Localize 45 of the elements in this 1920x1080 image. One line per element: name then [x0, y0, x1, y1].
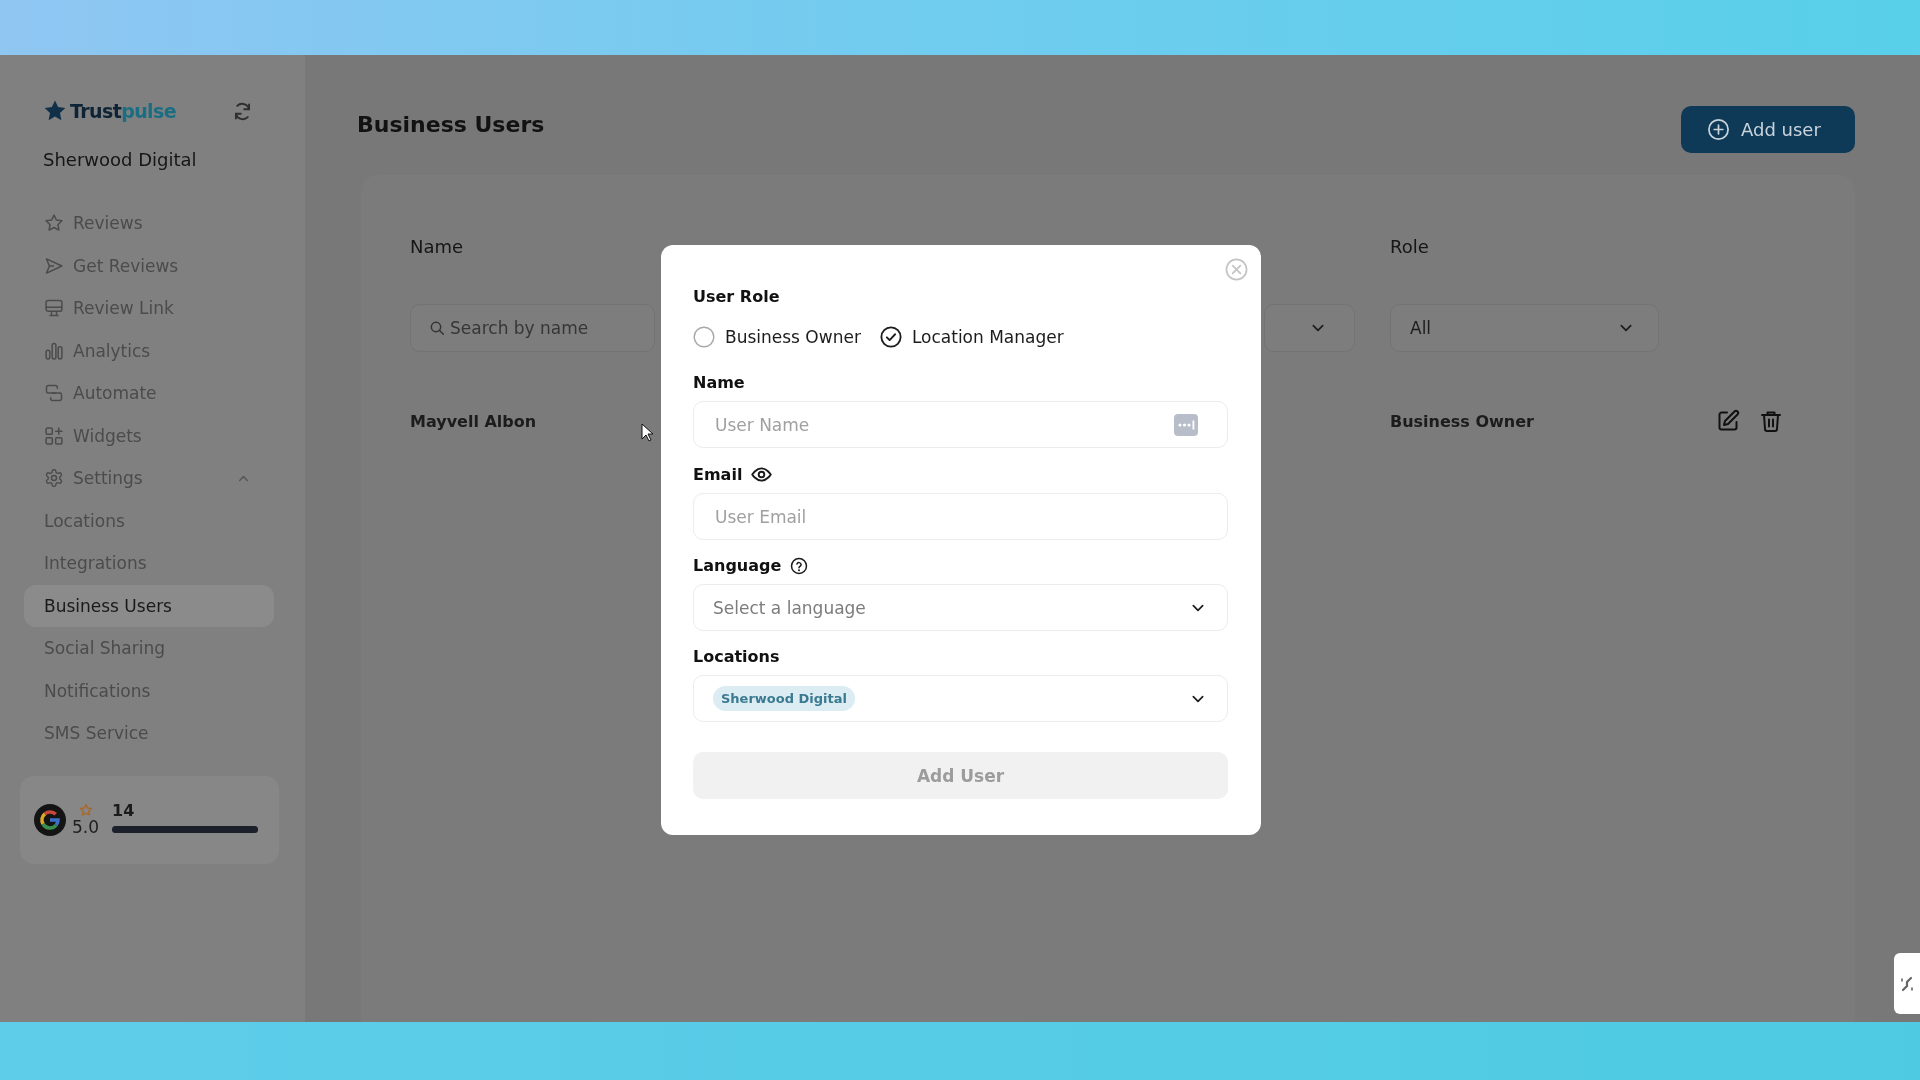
cursor-icon	[641, 423, 653, 442]
search-icon	[429, 320, 445, 336]
logo-star-icon	[43, 99, 67, 123]
dots-icon[interactable]	[1174, 413, 1198, 436]
location-tag: Sherwood Digital	[713, 686, 855, 711]
field-label: Email	[693, 464, 743, 485]
refresh-icon[interactable]	[232, 100, 253, 122]
role-option[interactable]: Location Manager	[879, 326, 1064, 348]
monitor-icon	[44, 298, 64, 319]
edit-icon[interactable]	[1716, 409, 1740, 433]
role-option[interactable]: Business Owner	[693, 326, 861, 348]
email-field[interactable]: User Email	[693, 493, 1228, 540]
add-user-button[interactable]: Add user	[1681, 106, 1855, 153]
bar-chart-icon	[44, 340, 64, 361]
column-header: Role	[1390, 235, 1430, 259]
star-icon	[44, 213, 64, 234]
review-count: 14	[112, 800, 136, 820]
help-icon[interactable]	[790, 557, 809, 575]
sidebar-subitem[interactable]: Business Users	[24, 584, 274, 627]
grid-plus-icon	[44, 425, 64, 446]
locations-select[interactable]: Sherwood Digital	[693, 675, 1228, 722]
page-title: Business Users	[357, 112, 545, 138]
linked-squares-icon	[44, 383, 64, 404]
name-field[interactable]: User Name	[693, 401, 1228, 448]
send-icon	[44, 255, 64, 276]
table-cell-text: Mayvell Albon	[410, 411, 538, 431]
logo-text: Trustpulse	[70, 100, 176, 122]
plus-circle-icon	[1707, 118, 1730, 141]
search-field[interactable]: Search by name	[410, 304, 655, 352]
side-tab[interactable]	[1894, 953, 1920, 1014]
field-label: Name	[693, 373, 745, 393]
field-label: User Role	[693, 287, 780, 307]
field-label: Locations	[693, 647, 780, 667]
settings-icon	[44, 468, 64, 489]
eye-icon[interactable]	[751, 464, 773, 485]
column-header: Name	[410, 235, 465, 259]
trash-icon[interactable]	[1759, 409, 1783, 433]
g-logo-icon	[34, 803, 66, 836]
table-cell-text: Business Owner	[1390, 411, 1535, 431]
language-select[interactable]: Select a language	[693, 584, 1228, 631]
field-label: Language	[693, 556, 782, 576]
role-filter[interactable]: All	[1390, 304, 1659, 352]
account-name: Sherwood Digital	[43, 149, 198, 171]
star-icon	[78, 802, 93, 817]
rating-score: 5.0	[72, 817, 100, 837]
